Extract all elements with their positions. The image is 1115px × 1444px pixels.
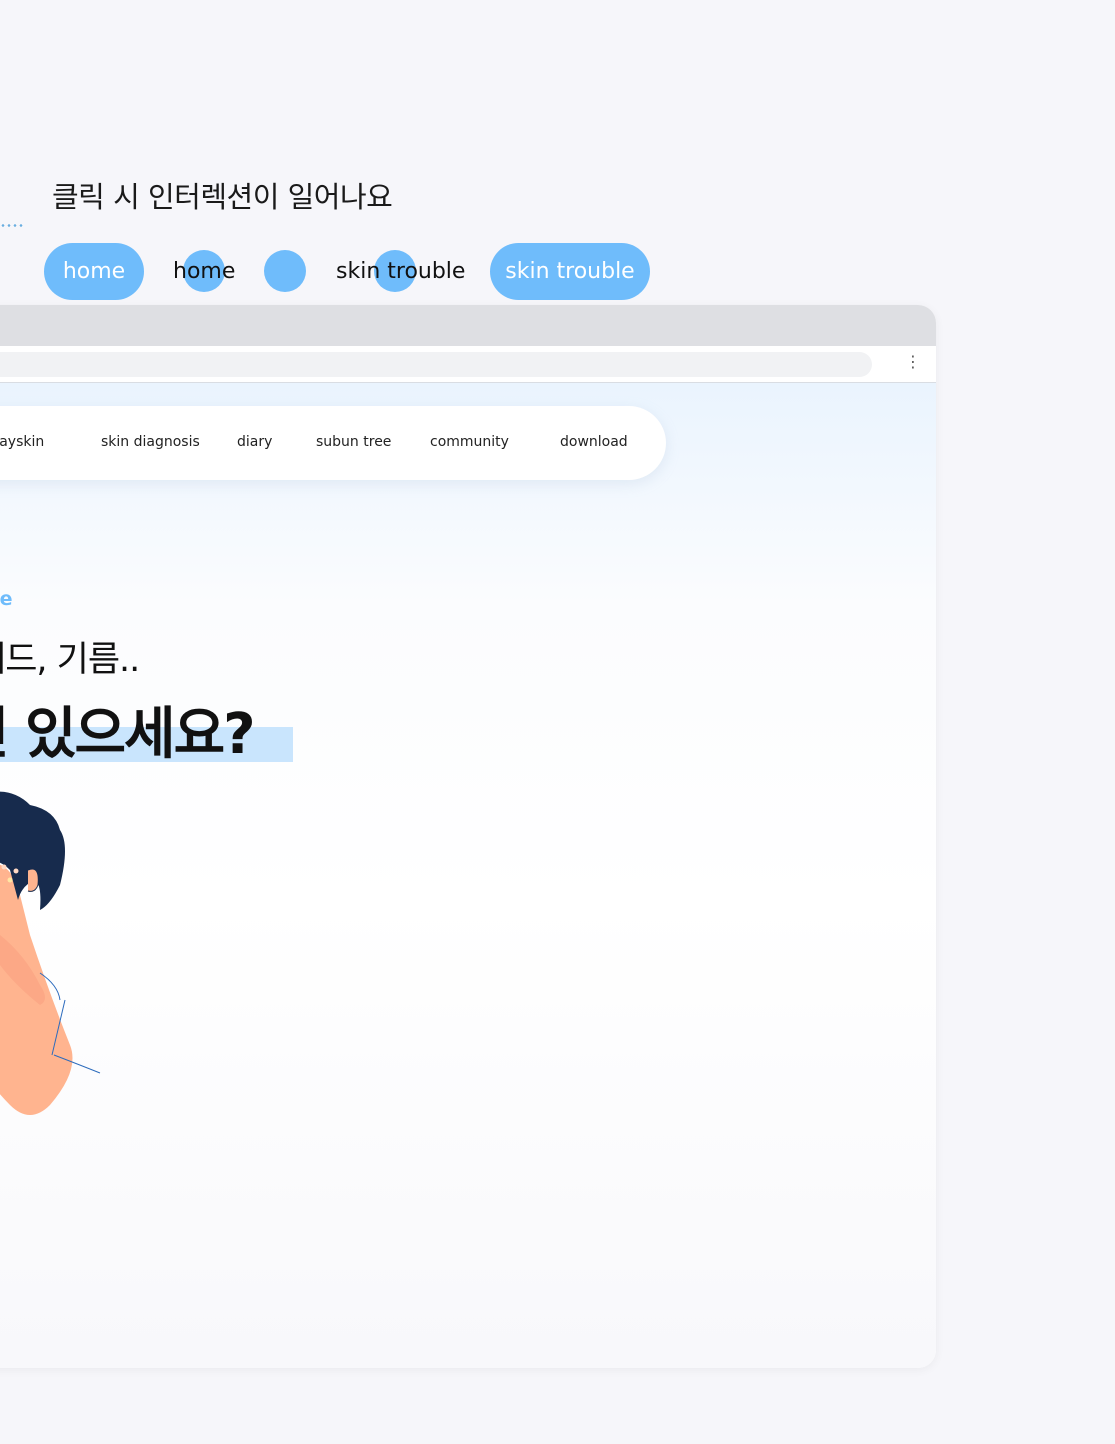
nav-item-download[interactable]: download (560, 434, 628, 450)
skin-trouble-button-active-demo[interactable]: skin trouble (490, 243, 650, 300)
nav-item-community[interactable]: community (430, 434, 509, 450)
kebab-menu-icon[interactable]: ⋮ (905, 354, 921, 370)
main-navigation: n dayskin skin diagnosis diary subun tre… (0, 406, 666, 480)
home-label: home (62, 259, 126, 284)
home-button-active-demo[interactable]: home (44, 243, 144, 300)
cursor-circle (264, 250, 306, 292)
home-label: home (173, 259, 236, 284)
web-page: n dayskin skin diagnosis diary subun tre… (0, 383, 936, 1368)
dotted-connector (0, 224, 24, 227)
skin-trouble-button-hover-demo[interactable]: skin trouble (336, 243, 466, 300)
hero-line-secondary: 헤드, 기름.. (0, 640, 140, 680)
worried-person-illustration (0, 791, 101, 1115)
section-caption: 클릭 시 인터렉션이 일어나요 (52, 180, 393, 214)
address-bar[interactable] (0, 352, 872, 377)
cursor-circle-demo (264, 243, 306, 300)
nav-item-diary[interactable]: diary (237, 434, 272, 450)
browser-toolbar: ⋮ (0, 346, 936, 383)
nav-item-dayskin[interactable]: n dayskin (0, 434, 44, 450)
home-button-hover-demo[interactable]: home (173, 243, 243, 300)
browser-window: ⋮ n dayskin skin diagnosis diary subun t… (0, 305, 936, 1368)
hero-heading: 민 있으세요? (0, 702, 256, 767)
skin-trouble-label: skin trouble (336, 259, 466, 284)
skin-trouble-label: skin trouble (505, 259, 635, 284)
browser-titlebar (0, 305, 936, 346)
nav-item-skin-diagnosis[interactable]: skin diagnosis (101, 434, 200, 450)
hero-subtitle: uble (0, 588, 13, 610)
nav-item-subun-tree[interactable]: subun tree (316, 434, 391, 450)
